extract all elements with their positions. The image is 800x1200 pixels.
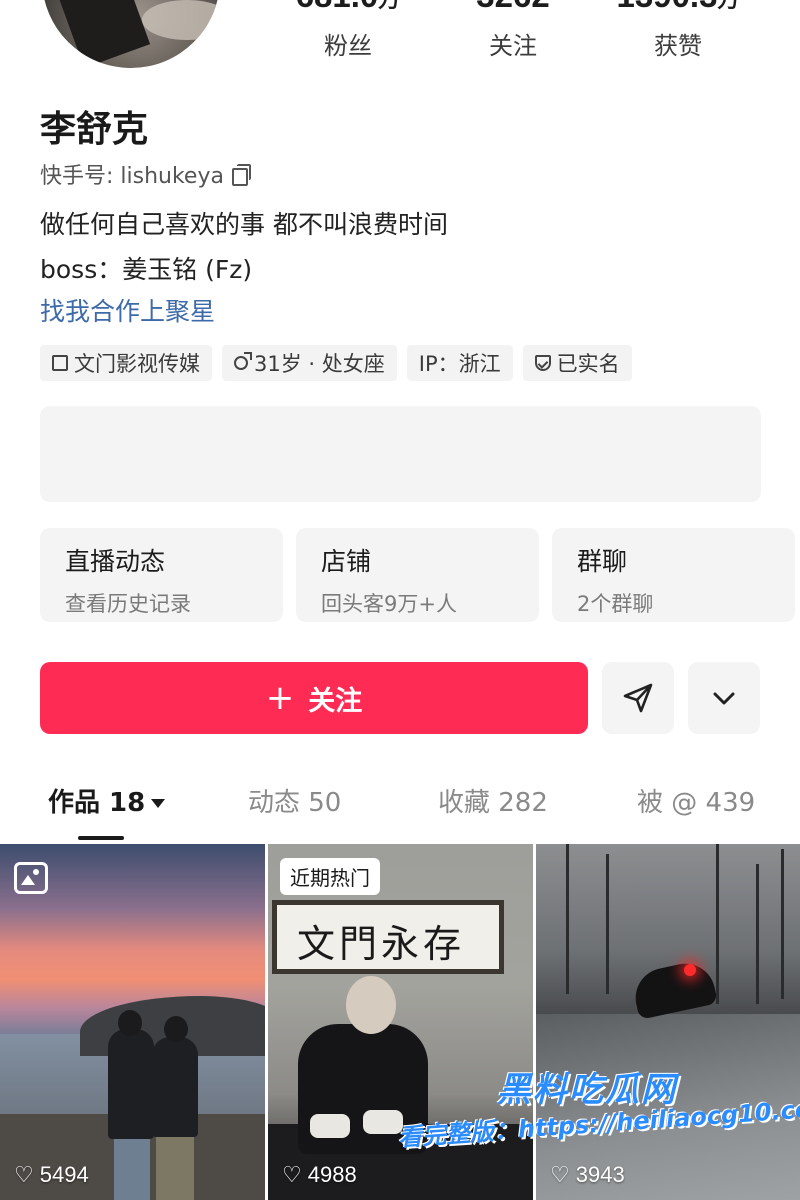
feature-shop-title: 店铺 xyxy=(321,547,372,576)
profile-uid-text: 快手号: lishukeya xyxy=(40,164,224,189)
tag-ip-text: IP：浙江 xyxy=(418,352,501,376)
male-icon xyxy=(234,352,252,370)
collab-link[interactable]: 找我合作上聚星 xyxy=(40,292,215,328)
tag-age: 31岁 · 处女座 xyxy=(222,345,397,381)
video-tile[interactable]: ♡ 5494 xyxy=(0,844,265,1200)
stat-fans-label: 粉丝 xyxy=(324,32,372,60)
profile-bio-line1: 做任何自己喜欢的事 都不叫浪费时间 xyxy=(40,210,448,239)
stat-following-label: 关注 xyxy=(489,32,537,60)
profile-name: 李舒克 xyxy=(40,109,149,150)
tab-mentions[interactable]: 被 @ 439 xyxy=(637,782,755,819)
caret-down-icon xyxy=(151,799,166,808)
calligraphy-frame: 文門永存 xyxy=(272,900,504,974)
stat-fans-unit: 万 xyxy=(378,0,400,12)
empty-info-card xyxy=(40,406,761,502)
stat-likes-unit: 万 xyxy=(717,0,739,12)
feature-group-subtitle: 2个群聊 xyxy=(577,592,654,616)
building-icon xyxy=(52,355,68,371)
stat-likes-value: 1390.3 xyxy=(617,0,718,14)
feature-cards: 直播动态 查看历史记录 店铺 回头客9万+人 群聊 2个群聊 xyxy=(40,528,800,622)
active-tab-indicator xyxy=(78,836,124,840)
profile-bio-line2: boss：姜玉铭 (Fz) xyxy=(40,255,253,284)
stat-fans[interactable]: 681.0万 粉丝 xyxy=(263,0,433,61)
tag-company-text: 文门影视传媒 xyxy=(74,352,200,376)
heart-icon: ♡ xyxy=(550,1162,570,1187)
trending-badge: 近期热门 xyxy=(280,858,380,895)
tab-favorites[interactable]: 收藏 282 xyxy=(438,782,548,819)
gallery-icon xyxy=(14,862,48,894)
tab-works[interactable]: 作品 18 xyxy=(48,782,166,819)
chevron-down-icon xyxy=(713,692,735,705)
stat-fans-value: 681.0 xyxy=(296,0,379,14)
feature-shop[interactable]: 店铺 回头客9万+人 xyxy=(296,528,539,622)
feature-live-history[interactable]: 直播动态 查看历史记录 xyxy=(40,528,283,622)
video-likes-count: 4988 xyxy=(307,1162,357,1187)
stat-following[interactable]: 3262 关注 xyxy=(428,0,598,61)
plus-icon: + xyxy=(265,678,295,718)
tag-verified: 已实名 xyxy=(522,345,632,381)
tab-works-label: 作品 18 xyxy=(48,788,146,818)
more-dropdown-button[interactable] xyxy=(688,662,760,734)
tab-moments[interactable]: 动态 50 xyxy=(248,782,341,819)
profile-stats: 681.0万 粉丝 3262 关注 1390.3万 获赞 xyxy=(0,0,800,66)
copy-icon[interactable] xyxy=(231,164,251,186)
video-likes: ♡ 5494 xyxy=(14,1162,89,1188)
stat-likes-label: 获赞 xyxy=(654,32,702,60)
content-tabs: 作品 18 动态 50 收藏 282 被 @ 439 xyxy=(0,782,800,832)
calligraphy-text: 文門永存 xyxy=(297,922,466,966)
follow-button[interactable]: + 关注 xyxy=(40,662,588,734)
video-likes: ♡ 4988 xyxy=(282,1162,357,1188)
tag-ip: IP：浙江 xyxy=(406,345,513,381)
profile-tags: 文门影视传媒 31岁 · 处女座 IP：浙江 已实名 xyxy=(40,345,632,381)
feature-live-subtitle: 查看历史记录 xyxy=(65,592,191,616)
heart-icon: ♡ xyxy=(282,1162,302,1187)
follow-button-label: 关注 xyxy=(308,685,363,717)
send-icon xyxy=(623,683,653,713)
tag-verified-text: 已实名 xyxy=(556,352,620,376)
feature-group-chat[interactable]: 群聊 2个群聊 xyxy=(552,528,795,622)
tag-company[interactable]: 文门影视传媒 xyxy=(40,345,212,381)
stat-following-value: 3262 xyxy=(476,0,549,14)
video-likes: ♡ 3943 xyxy=(550,1162,625,1188)
send-message-button[interactable] xyxy=(602,662,674,734)
video-likes-count: 3943 xyxy=(575,1162,625,1187)
heart-icon: ♡ xyxy=(14,1162,34,1187)
feature-group-title: 群聊 xyxy=(577,547,628,576)
feature-shop-subtitle: 回头客9万+人 xyxy=(321,592,457,616)
profile-uid: 快手号: lishukeya xyxy=(40,158,251,190)
tag-age-text: 31岁 · 处女座 xyxy=(254,352,385,376)
stat-likes[interactable]: 1390.3万 获赞 xyxy=(593,0,763,61)
feature-live-title: 直播动态 xyxy=(65,547,166,576)
shield-check-icon xyxy=(534,355,551,371)
video-tile[interactable]: ♡ 3943 xyxy=(536,844,800,1200)
video-likes-count: 5494 xyxy=(39,1162,89,1187)
